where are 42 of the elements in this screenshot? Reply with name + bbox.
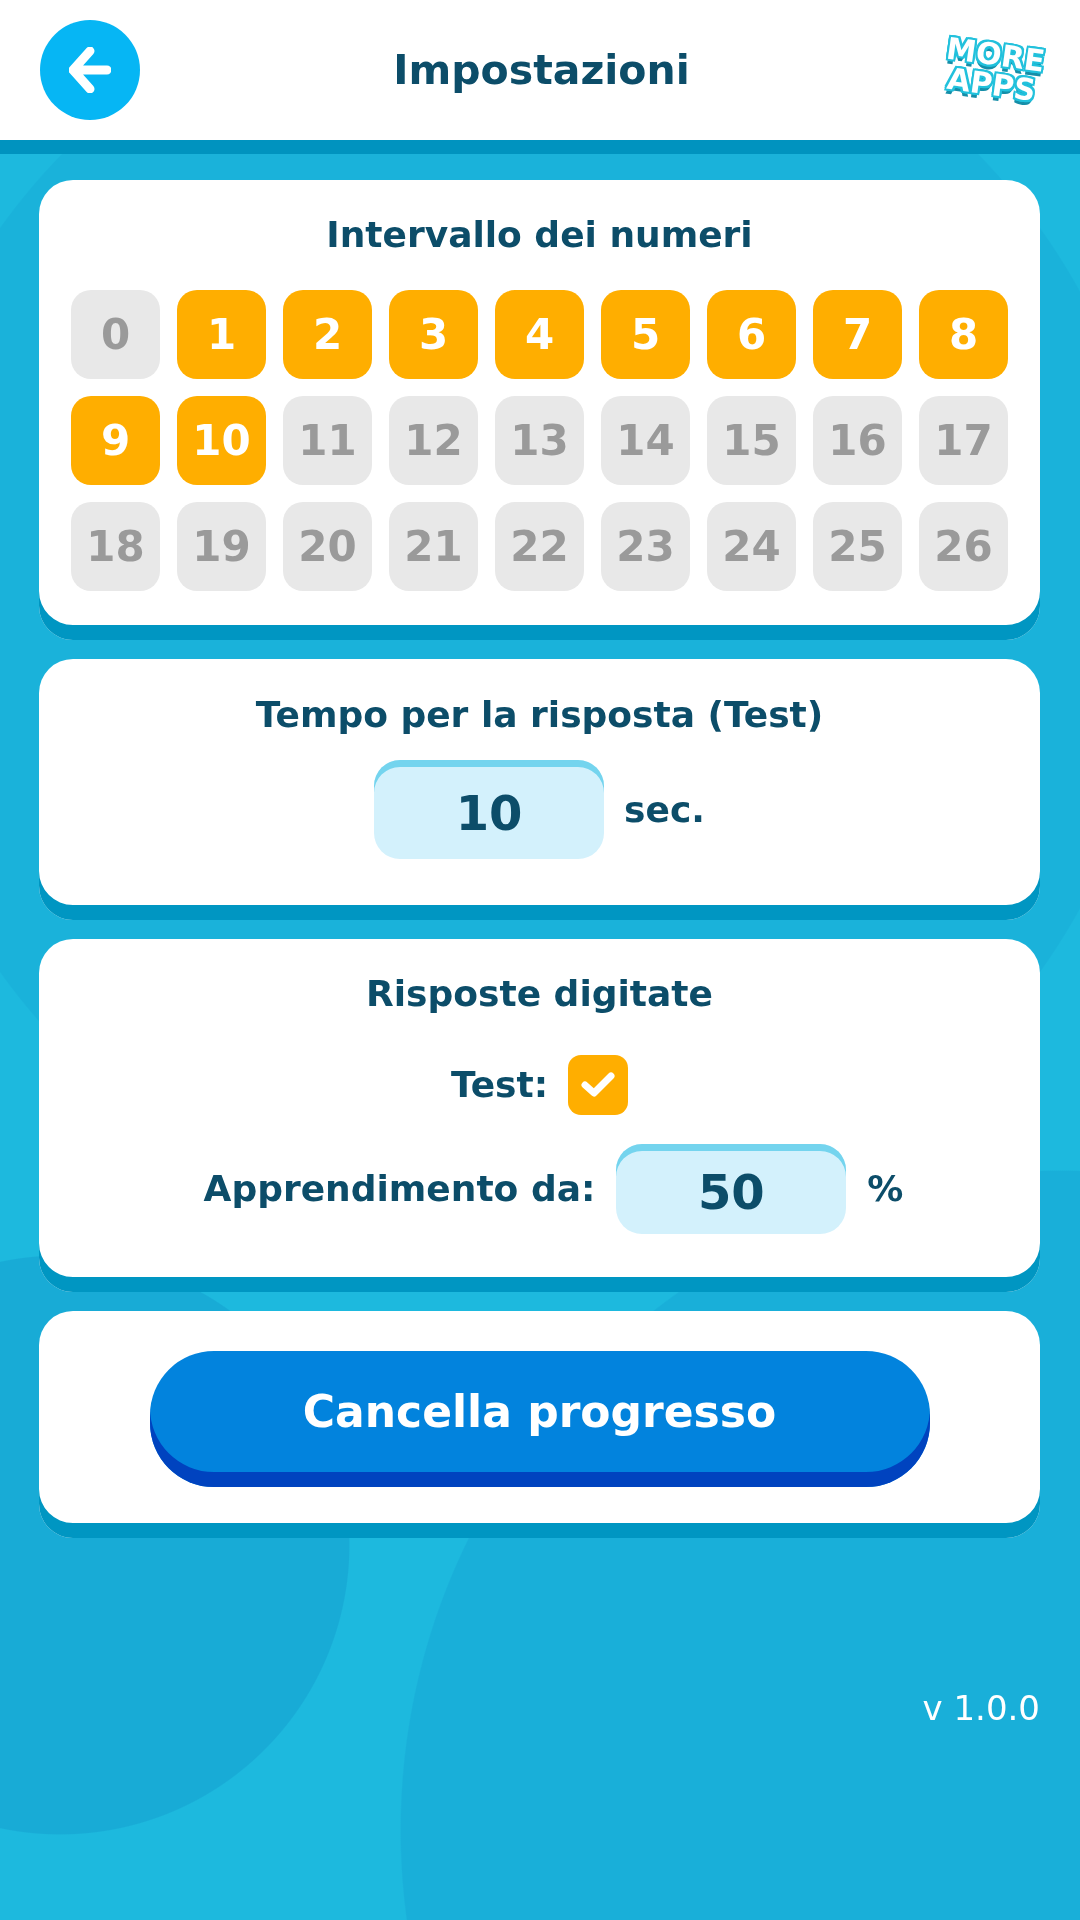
number-tile[interactable]: 8 [919,290,1008,379]
number-tile[interactable]: 0 [71,290,160,379]
number-tile[interactable]: 17 [919,396,1008,485]
card-title: Tempo per la risposta (Test) [255,695,824,735]
number-tile[interactable]: 19 [177,502,266,591]
number-tile[interactable]: 26 [919,502,1008,591]
number-tile[interactable]: 24 [707,502,796,591]
number-tile[interactable]: 22 [495,502,584,591]
card-title: Risposte digitate [366,974,713,1014]
number-tile[interactable]: 25 [813,502,902,591]
number-tile[interactable]: 12 [389,396,478,485]
number-tile[interactable]: 23 [601,502,690,591]
card-title: Intervallo dei numeri [326,215,753,255]
arrow-left-icon [69,47,111,93]
number-tile[interactable]: 2 [283,290,372,379]
number-tile[interactable]: 20 [283,502,372,591]
reset-progress-button[interactable]: Cancella progresso [149,1351,930,1487]
number-tile[interactable]: 16 [813,396,902,485]
number-tile[interactable]: 6 [707,290,796,379]
checkmark-icon [581,1072,616,1098]
number-tile[interactable]: 1 [177,290,266,379]
number-tile[interactable]: 7 [813,290,902,379]
number-tile[interactable]: 21 [389,502,478,591]
test-label: Test: [450,1063,549,1107]
number-tile[interactable]: 15 [707,396,796,485]
test-checkbox[interactable] [568,1055,629,1115]
number-tile[interactable]: 10 [177,396,266,485]
number-tile[interactable]: 3 [389,290,478,379]
page-title: Impostazioni [393,45,690,95]
number-tile[interactable]: 4 [495,290,584,379]
version-label: v 1.0.0 [922,1688,1040,1728]
number-tile[interactable]: 11 [283,396,372,485]
percent-field[interactable]: 50 [616,1144,847,1234]
number-tile[interactable]: 5 [601,290,690,379]
learning-label: Apprendimento da: [203,1167,596,1211]
number-tile[interactable]: 18 [71,502,160,591]
number-tile[interactable]: 14 [601,396,690,485]
number-tile[interactable]: 9 [71,396,160,485]
unit-label: % [867,1167,904,1211]
number-tile[interactable]: 13 [495,396,584,485]
time-field[interactable]: 10 [374,760,605,859]
unit-label: sec. [624,787,705,832]
